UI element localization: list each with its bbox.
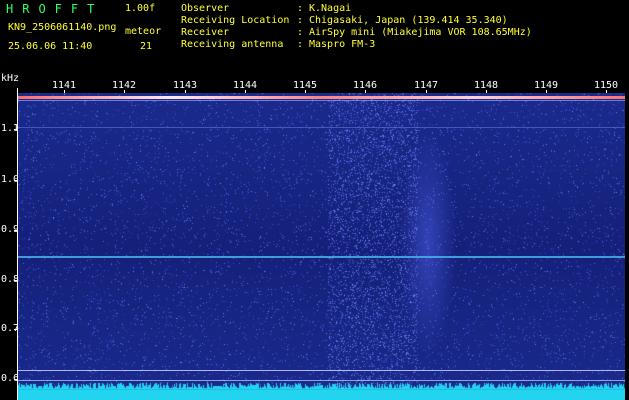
info-separator: :	[297, 27, 304, 38]
info-value: AirSpy mini (Miakejima VOR 108.65MHz)	[309, 27, 532, 38]
observation-info: Observer : K.Nagai Receiving Location : …	[181, 3, 621, 53]
count-label: 21	[140, 41, 153, 52]
info-label: Receiver	[181, 27, 230, 38]
noise-texture	[18, 93, 625, 400]
version-label: 1.00f	[125, 3, 156, 14]
datetime-label: 25.06.06 11:40	[8, 41, 93, 52]
filename-label: KN9_2506061140.png	[8, 22, 117, 33]
top-signal-band	[18, 96, 625, 99]
info-separator: :	[297, 39, 304, 50]
spectrogram-waterfall[interactable]	[18, 93, 625, 400]
info-value: Maspro FM-3	[309, 39, 376, 50]
top-signal-shadow	[18, 100, 625, 101]
info-separator: :	[297, 3, 304, 14]
reference-line	[18, 380, 625, 381]
info-label: Observer	[181, 3, 230, 14]
carrier-line	[18, 127, 625, 128]
y-axis-unit: kHz	[1, 73, 20, 84]
x-axis: 1141 1142 1143 1144 1145 1146 1147 1148 …	[18, 80, 625, 94]
info-value: Chigasaki, Japan (139.414 35.340)	[309, 15, 508, 26]
baseline-trace	[18, 390, 625, 400]
app-logo: HROFFT	[6, 2, 104, 16]
info-label: Receiving antenna	[181, 39, 284, 50]
station-label: meteor	[125, 26, 162, 37]
hrofft-window: HROFFT 1.00f KN9_2506061140.png meteor 2…	[0, 0, 629, 400]
carrier-line	[18, 256, 625, 258]
info-label: Receiving Location	[181, 15, 290, 26]
reference-line	[18, 370, 625, 371]
info-separator: :	[297, 15, 304, 26]
info-value: K.Nagai	[309, 3, 352, 14]
